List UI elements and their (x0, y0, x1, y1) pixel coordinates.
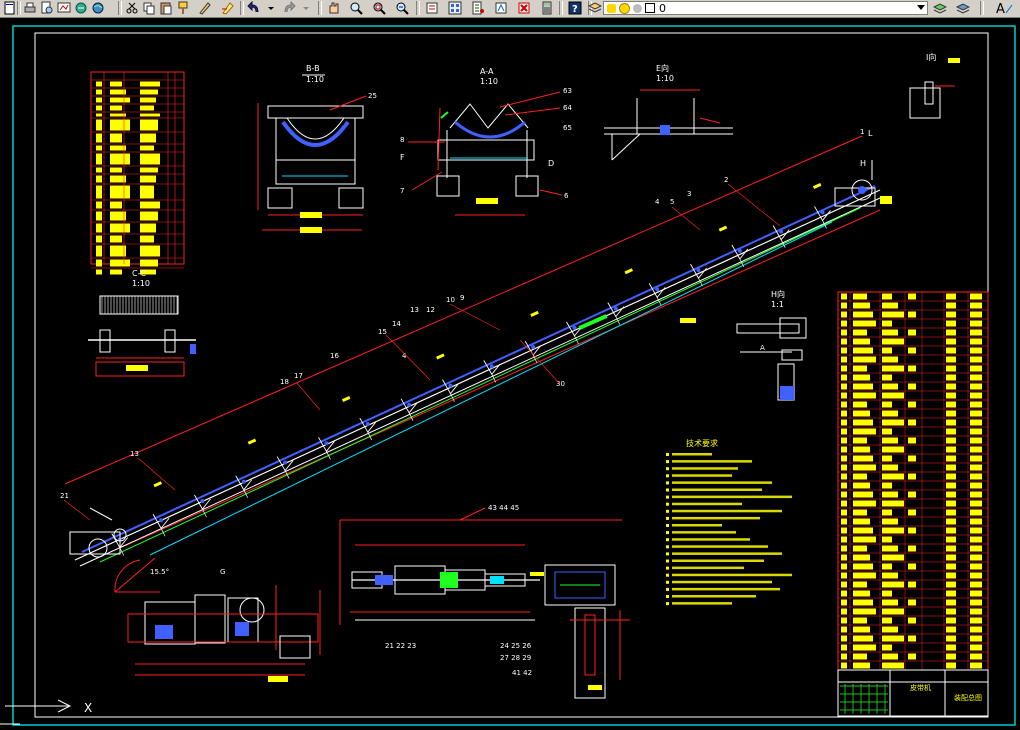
svg-text:8: 8 (400, 136, 404, 144)
toolbar-separator (416, 1, 420, 15)
globe-icon[interactable] (90, 0, 106, 16)
block-editor-icon[interactable] (220, 0, 236, 16)
svg-text:24 25 26: 24 25 26 (500, 642, 532, 650)
redo-icon[interactable] (281, 0, 297, 16)
svg-text:A: A (760, 344, 765, 352)
cut-icon[interactable] (124, 0, 140, 16)
title-block-name: 皮带机 (910, 683, 931, 692)
toolbar-separator (980, 1, 984, 15)
section-b-label: B-B (306, 64, 320, 73)
svg-text:12: 12 (426, 306, 435, 314)
layer-dropdown[interactable]: 0 (603, 1, 928, 15)
view-e-label: E向 (656, 63, 669, 73)
svg-text:6: 6 (564, 192, 569, 200)
svg-text:G: G (220, 568, 225, 576)
plot-icon[interactable] (56, 0, 72, 16)
l-marker: L (868, 129, 873, 138)
text-style-icon[interactable]: A (993, 0, 1015, 16)
svg-text:27 28 29: 27 28 29 (500, 654, 531, 662)
print-icon[interactable] (22, 0, 38, 16)
svg-text:63: 63 (563, 87, 572, 95)
incline-angle: 15.5° (150, 568, 169, 576)
zoom-window-icon[interactable] (371, 0, 387, 16)
svg-text:7: 7 (400, 187, 404, 195)
svg-text:21 22 23: 21 22 23 (385, 642, 416, 650)
tool-palettes-icon[interactable] (470, 0, 486, 16)
lock-icon[interactable] (633, 3, 642, 13)
section-a-scale: 1:10 (480, 77, 498, 86)
copy-icon[interactable] (141, 0, 157, 16)
zoom-realtime-icon[interactable] (348, 0, 364, 16)
f-marker: F (400, 153, 405, 162)
make-current-layer-icon[interactable] (932, 0, 948, 16)
svg-text:25: 25 (368, 92, 377, 100)
toolbar-separator (559, 1, 563, 15)
chevron-down-icon[interactable] (917, 5, 925, 10)
section-a-label: A-A (480, 67, 494, 76)
svg-text:15: 15 (378, 328, 387, 336)
svg-text:16: 16 (330, 352, 339, 360)
d-marker: D (548, 159, 554, 168)
svg-text:5: 5 (670, 198, 674, 206)
svg-text:41 42: 41 42 (512, 669, 532, 677)
print-preview-icon[interactable] (39, 0, 55, 16)
toolbar-separator (318, 1, 322, 15)
standard-toolbar: ? 0 A (0, 0, 1020, 18)
paste-icon[interactable] (158, 0, 174, 16)
design-center-icon[interactable] (447, 0, 463, 16)
svg-text:13: 13 (410, 306, 419, 314)
svg-text:65: 65 (563, 124, 572, 132)
svg-text:4: 4 (655, 198, 660, 206)
title-block-drawing-no: 装配总图 (954, 693, 982, 702)
svg-text:13: 13 (130, 450, 139, 458)
svg-text:A: A (996, 2, 1005, 15)
svg-text:2: 2 (724, 176, 728, 184)
new-file-icon[interactable] (1, 0, 17, 16)
sheet-set-icon[interactable] (493, 0, 509, 16)
lightbulb-icon[interactable] (607, 3, 616, 13)
view-i-label: I向 (926, 52, 936, 62)
undo-icon[interactable] (246, 0, 262, 16)
zoom-previous-icon[interactable] (394, 0, 410, 16)
svg-text:1: 1 (860, 128, 864, 136)
markup-set-icon[interactable] (516, 0, 532, 16)
ucs-x-label: X (84, 701, 92, 715)
toolbar-separator (17, 1, 21, 15)
pencil-icon[interactable] (197, 0, 213, 16)
sun-icon[interactable] (619, 2, 630, 14)
view-h-label: H向 (771, 289, 785, 299)
svg-text:21: 21 (60, 492, 69, 500)
view-e-scale: 1:10 (656, 74, 674, 83)
layer-previous-icon[interactable] (955, 0, 971, 16)
section-b-scale: 1:10 (306, 75, 324, 84)
color-swatch-icon (645, 3, 655, 13)
toolbar-separator (240, 1, 244, 15)
layer-manager-icon[interactable] (588, 0, 602, 16)
toolbar-separator (118, 1, 122, 15)
svg-text:?: ? (572, 4, 578, 15)
svg-text:10: 10 (446, 296, 455, 304)
redo-dropdown-icon[interactable] (298, 0, 314, 16)
section-c-scale: 1:10 (132, 279, 150, 288)
publish-icon[interactable] (73, 0, 89, 16)
section-c-label: C-C (132, 269, 146, 278)
match-properties-icon[interactable] (175, 0, 191, 16)
svg-text:18: 18 (280, 378, 289, 386)
calculator-icon[interactable] (539, 0, 555, 16)
undo-dropdown-icon[interactable] (263, 0, 279, 16)
svg-text:9: 9 (460, 294, 464, 302)
current-layer-name: 0 (659, 1, 666, 15)
h-marker: H (860, 159, 866, 168)
svg-text:17: 17 (294, 372, 303, 380)
svg-text:3: 3 (687, 190, 691, 198)
view-h-scale: 1:1 (771, 300, 784, 309)
help-icon[interactable]: ? (567, 0, 583, 16)
tech-title: 技术要求 (686, 438, 718, 448)
svg-text:43 44 45: 43 44 45 (488, 504, 519, 512)
svg-text:64: 64 (563, 104, 572, 112)
pan-realtime-icon[interactable] (325, 0, 341, 16)
drawing-canvas[interactable]: B-B 1:10 25 A-A 1:10 63 64 65 8 7 6 F D … (0, 18, 1020, 730)
svg-text:14: 14 (392, 320, 401, 328)
properties-icon[interactable] (424, 0, 440, 16)
